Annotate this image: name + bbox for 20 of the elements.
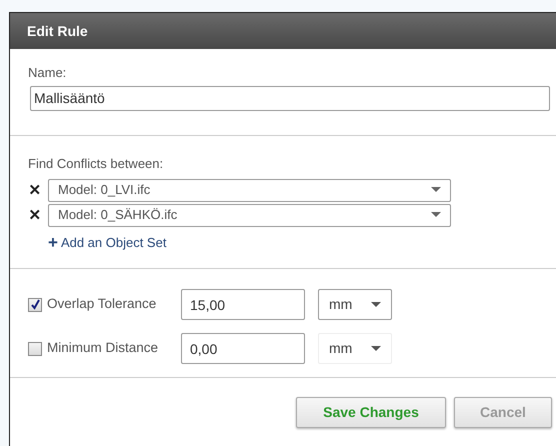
add-object-set-link[interactable]: + Add an Object Set	[48, 232, 166, 252]
section-label: Find Conflicts between:	[28, 155, 164, 173]
remove-button[interactable]: ✕	[28, 208, 42, 222]
checkbox[interactable]	[28, 342, 42, 356]
checkbox-label: Minimum Distance	[47, 339, 160, 358]
checkbox-label: Overlap Tolerance	[47, 295, 158, 314]
caret-icon	[371, 302, 381, 308]
object-set-dropdown[interactable]: Model: 0_LVI.ifc	[48, 178, 451, 202]
caret-icon	[431, 187, 441, 193]
caret-icon	[431, 212, 441, 218]
value-field[interactable]: 15,00	[181, 289, 305, 320]
value-field[interactable]: 0,00	[181, 333, 305, 364]
checkbox[interactable]	[28, 298, 42, 312]
unit-dropdown[interactable]: mm	[318, 289, 392, 320]
name-field[interactable]: Mallisääntö	[30, 86, 550, 110]
object-set-dropdown[interactable]: Model: 0_SÄHKÖ.ifc	[48, 204, 451, 226]
window-title: Edit Rule	[27, 22, 88, 40]
caret-icon	[371, 346, 381, 352]
field-label: Name:	[28, 64, 68, 82]
remove-button[interactable]: ✕	[28, 182, 42, 198]
